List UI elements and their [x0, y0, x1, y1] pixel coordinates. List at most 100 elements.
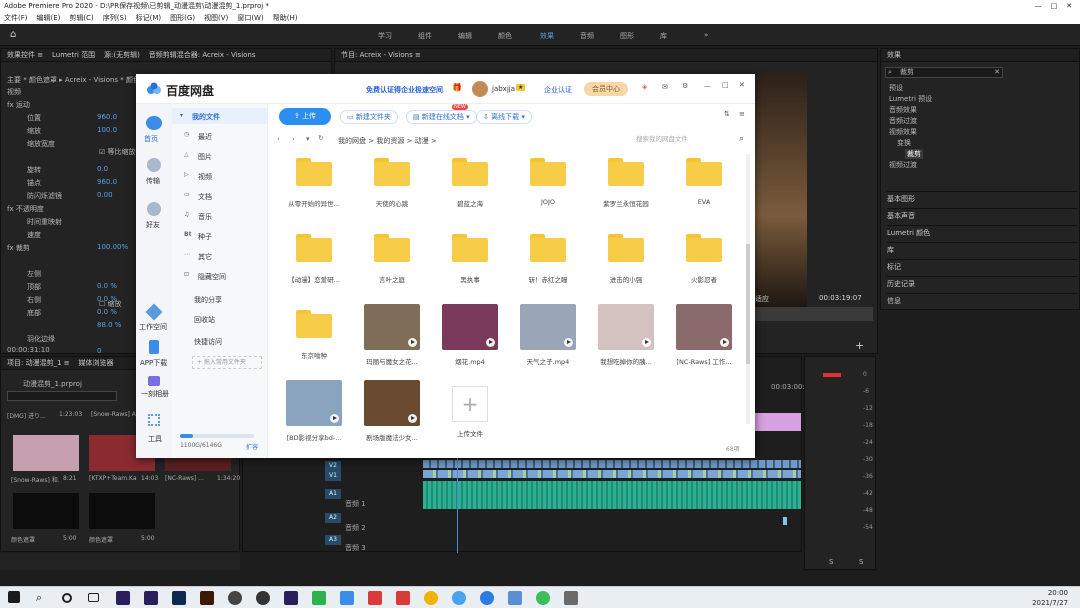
tab-audio-mixer[interactable]: 音频剪辑混合器: Acreix - Visions [149, 51, 256, 59]
menu-edit[interactable]: 编辑(E) [37, 14, 61, 22]
windows-start-icon[interactable] [8, 591, 20, 603]
baidu-netdisk-icon[interactable] [452, 591, 466, 605]
nav-my-files[interactable]: 我的文件 [192, 112, 220, 122]
app-icon[interactable] [256, 591, 270, 605]
folder-tile[interactable]: 天使的心跳 [357, 152, 427, 224]
nav-music[interactable]: 音乐 [198, 212, 212, 222]
folder-tile[interactable]: 【动漫】恋爱研... [279, 228, 349, 300]
effect-row-value[interactable]: 100.0 [97, 126, 117, 134]
video-file-tile[interactable]: 天气之子.mp4 [513, 304, 583, 376]
project-search-input[interactable] [7, 391, 117, 401]
more-workspaces-icon[interactable]: » [704, 31, 708, 39]
search-icon[interactable]: ⌕ [36, 591, 50, 605]
folder-tile[interactable]: EVA [669, 152, 739, 224]
nav-hidden-space[interactable]: 隐藏空间 [198, 272, 226, 282]
effect-row-value[interactable]: 0.00 [97, 191, 113, 199]
effects-tree-item[interactable]: 音频效果 [889, 105, 917, 115]
close-icon[interactable]: ✕ [739, 81, 745, 89]
effect-row-value[interactable]: 88.0 % [97, 321, 121, 329]
uniform-scale-checkbox[interactable]: ☑ 等比缩放 [99, 147, 136, 157]
feishu-icon[interactable] [340, 591, 354, 605]
effect-row-value[interactable]: 0.0 % [97, 282, 117, 290]
effect-row-value[interactable]: 960.0 [97, 178, 117, 186]
scrollbar[interactable] [746, 154, 750, 424]
effects-subpanel-title[interactable]: 基本图形 [887, 191, 1077, 204]
friends-icon[interactable] [147, 202, 161, 216]
folder-tile[interactable]: 火影忍者 [669, 228, 739, 300]
tool-icon[interactable] [564, 591, 578, 605]
track-header[interactable]: A2 [325, 513, 341, 523]
effect-row-value[interactable]: 960.0 [97, 113, 117, 121]
clear-search-icon[interactable]: ✕ [994, 68, 1000, 77]
folder-tile[interactable]: 碧蓝之海 [435, 152, 505, 224]
nav-quick-access[interactable]: 快捷访问 [194, 337, 222, 347]
effect-row-value[interactable]: 0 [97, 347, 101, 355]
premiere-icon[interactable] [144, 591, 158, 605]
enterprise-link[interactable]: 企业认证 [544, 85, 572, 95]
task-view-icon[interactable] [88, 593, 99, 602]
tab-project[interactable]: 项目: 动漫混剪_1 ≡ [7, 359, 70, 367]
track-header[interactable]: V2 [325, 461, 341, 471]
effect-row-value[interactable]: 0.0 % [97, 308, 117, 316]
workspace-libraries[interactable]: 库 [660, 31, 667, 41]
crumb-my-disk[interactable]: 我的网盘 [338, 137, 366, 145]
workspace-audio[interactable]: 音频 [580, 31, 594, 41]
sidebar-home[interactable]: 首页 [144, 134, 158, 144]
video-file-tile[interactable]: 我想吃掉你的胰... [591, 304, 661, 376]
list-view-icon[interactable]: ≡ [739, 110, 745, 118]
folder-tile[interactable]: 东京喰种 [279, 304, 349, 376]
effects-subpanel-title[interactable]: 基本声音 [887, 208, 1077, 221]
pink-clip[interactable] [753, 413, 801, 431]
nav-images[interactable]: 图片 [198, 152, 212, 162]
album-icon[interactable] [148, 376, 160, 386]
video-file-tile[interactable]: 玛丽与魔女之花... [357, 304, 427, 376]
folder-tile[interactable]: 紫罗兰永恒花园 [591, 152, 661, 224]
track-header[interactable]: A3 [325, 535, 341, 545]
menu-clip[interactable]: 剪辑(C) [69, 14, 93, 22]
maximize-icon[interactable]: □ [722, 81, 729, 89]
tab-effect-controls[interactable]: 效果控件 ≡ [7, 51, 43, 59]
folder-tile[interactable]: 进击的小强 [591, 228, 661, 300]
crumb-my-resources[interactable]: 我的资源 [376, 137, 404, 145]
sort-icon[interactable]: ⇅ [724, 110, 730, 118]
video-file-tile[interactable]: [NC-Raws] 工作... [669, 304, 739, 376]
workspace-assembly[interactable]: 组件 [418, 31, 432, 41]
effects-subpanel-title[interactable]: 库 [887, 242, 1077, 255]
search-icon[interactable]: ⌕ [739, 132, 744, 146]
menu-sequence[interactable]: 序列(S) [103, 14, 127, 22]
audio-clip-a1[interactable] [423, 481, 801, 509]
track-header[interactable]: V1 [325, 471, 341, 481]
effects-subpanel-title[interactable]: 信息 [887, 293, 1077, 306]
effect-row-value[interactable]: 0.0 [97, 165, 108, 173]
project-thumbnail[interactable] [13, 435, 79, 471]
audio-clip-a2[interactable] [783, 517, 787, 525]
expand-link[interactable]: 扩容 [246, 442, 258, 451]
menu-help[interactable]: 帮助(H) [273, 14, 298, 22]
sidebar-transfer[interactable]: 传输 [146, 176, 160, 186]
menu-graphics[interactable]: 图形(G) [170, 14, 195, 22]
solo-right[interactable]: S [859, 558, 863, 566]
nav-recent[interactable]: 最近 [198, 132, 212, 142]
nav-my-files-row[interactable] [172, 108, 268, 124]
xmind-icon[interactable] [396, 591, 410, 605]
nav-recycle-bin[interactable]: 回收站 [194, 315, 215, 325]
cortana-icon[interactable] [62, 593, 72, 603]
media-encoder-icon[interactable] [228, 591, 242, 605]
sidebar-tools[interactable]: 工具 [148, 434, 162, 444]
settings-icon[interactable]: ⚙ [682, 82, 688, 90]
vip-center-button[interactable]: 会员中心 [584, 82, 628, 96]
premiere-2-icon[interactable] [284, 591, 298, 605]
menu-window[interactable]: 窗口(W) [237, 14, 263, 22]
effects-tree-item[interactable]: 变换 [897, 138, 911, 148]
program-scrubber[interactable] [755, 307, 873, 321]
upload-file-tile[interactable]: + 上传文件 [435, 380, 505, 452]
nav-docs[interactable]: 文档 [198, 192, 212, 202]
menu-view[interactable]: 视图(V) [204, 14, 228, 22]
nav-my-shares[interactable]: 我的分享 [194, 295, 222, 305]
tab-lumetri-scopes[interactable]: Lumetri 范围 [52, 51, 95, 59]
nav-others[interactable]: 其它 [198, 252, 212, 262]
photoshop-icon[interactable] [172, 591, 186, 605]
workspace-graphics[interactable]: 图形 [620, 31, 634, 41]
game-icon[interactable]: ◈ [642, 83, 647, 91]
project-thumbnail[interactable] [89, 493, 155, 529]
